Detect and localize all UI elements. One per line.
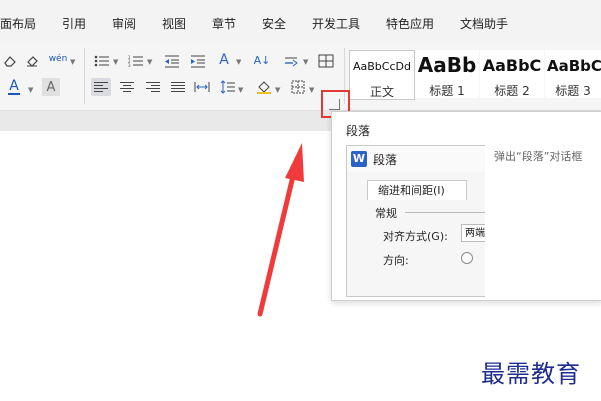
watermark: 最需教育 [481,360,581,388]
annotation-arrow [257,143,304,317]
